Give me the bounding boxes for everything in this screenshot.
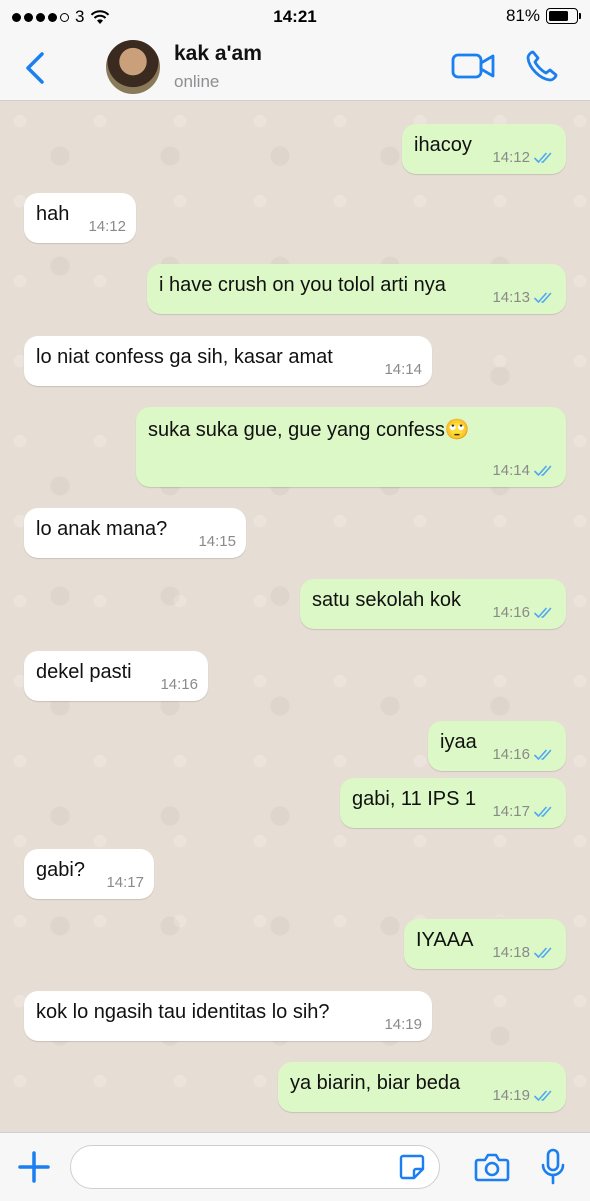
read-ticks-icon — [534, 465, 552, 476]
outgoing-message[interactable]: ya biarin, biar beda 14:19 — [278, 1062, 566, 1112]
status-bar: 3 14:21 81% — [0, 0, 590, 34]
message-meta: 14:17 — [106, 874, 144, 891]
message-text: ya biarin, biar beda — [290, 1072, 461, 1094]
incoming-message[interactable]: lo niat confess ga sih, kasar amat 14:14 — [24, 336, 432, 386]
incoming-message[interactable]: kok lo ngasih tau identitas lo sih? 14:19 — [24, 991, 432, 1041]
outgoing-message[interactable]: i have crush on you tolol arti nya 14:13 — [147, 264, 566, 314]
incoming-message[interactable]: dekel pasti 14:16 — [24, 651, 208, 701]
message-text: i have crush on you tolol arti nya — [159, 274, 446, 296]
camera-icon[interactable] — [474, 1151, 510, 1183]
battery-group: 81% — [505, 6, 581, 26]
video-camera-icon[interactable] — [450, 48, 496, 84]
message-time: 14:17 — [492, 803, 530, 820]
message-text: iyaa — [440, 731, 477, 753]
message-meta: 14:12 — [492, 149, 556, 166]
message-text: hah — [36, 203, 70, 225]
message-text: lo niat confess ga sih, kasar amat — [36, 346, 333, 368]
message-time: 14:18 — [492, 944, 530, 961]
message-text: ihacoy — [414, 134, 472, 156]
message-meta: 14:15 — [198, 533, 236, 550]
read-ticks-icon — [534, 749, 552, 760]
avatar[interactable] — [106, 40, 160, 94]
message-list[interactable]: ihacoy 14:12 hah 14:12 i have crush on you t… — [0, 101, 590, 1132]
message-meta: 14:14 — [492, 462, 556, 479]
clock: 14:21 — [273, 7, 317, 26]
read-ticks-icon — [534, 947, 552, 958]
message-text: IYAAA — [416, 929, 474, 951]
microphone-icon[interactable] — [540, 1147, 566, 1187]
message-meta: 14:16 — [492, 604, 556, 621]
message-meta: 14:13 — [492, 289, 556, 306]
message-text: gabi? — [36, 859, 85, 881]
outgoing-message[interactable]: suka suka gue, gue yang confess🙄 14:14 — [136, 407, 566, 487]
contact-status: online — [174, 72, 220, 91]
battery-icon — [546, 8, 581, 24]
message-time: 14:16 — [492, 604, 530, 621]
plus-icon[interactable] — [16, 1149, 52, 1185]
read-ticks-icon — [534, 1090, 552, 1101]
message-time: 14:13 — [492, 289, 530, 306]
message-meta: 14:12 — [88, 218, 126, 235]
message-time: 14:16 — [492, 746, 530, 763]
incoming-message[interactable]: gabi? 14:17 — [24, 849, 154, 899]
incoming-message[interactable]: hah 14:12 — [24, 193, 136, 243]
message-meta: 14:14 — [384, 361, 422, 378]
message-time: 14:14 — [492, 462, 530, 479]
read-ticks-icon — [534, 292, 552, 303]
outgoing-message[interactable]: gabi, 11 IPS 1 14:17 — [340, 778, 566, 828]
battery-percent: 81% — [505, 6, 540, 25]
phone-icon[interactable] — [524, 48, 560, 84]
message-time: 14:19 — [492, 1087, 530, 1104]
message-text: suka suka gue, gue yang confess🙄 — [148, 419, 470, 441]
message-time: 14:14 — [384, 361, 422, 378]
message-input[interactable] — [70, 1145, 440, 1189]
message-time: 14:12 — [88, 218, 126, 235]
read-ticks-icon — [534, 152, 552, 163]
sticker-icon[interactable] — [398, 1153, 426, 1181]
composer-bar — [0, 1132, 590, 1201]
message-text: dekel pasti — [36, 661, 132, 683]
outgoing-message[interactable]: IYAAA 14:18 — [404, 919, 566, 969]
message-text: lo anak mana? — [36, 518, 168, 540]
message-meta: 14:16 — [160, 676, 198, 693]
message-time: 14:15 — [198, 533, 236, 550]
message-time: 14:17 — [106, 874, 144, 891]
chevron-left-icon[interactable] — [20, 50, 50, 86]
outgoing-message[interactable]: satu sekolah kok 14:16 — [300, 579, 566, 629]
incoming-message[interactable]: lo anak mana? 14:15 — [24, 508, 246, 558]
contact-name[interactable]: kak a'am — [174, 42, 262, 66]
message-text: satu sekolah kok — [312, 589, 461, 611]
message-time: 14:19 — [384, 1016, 422, 1033]
read-ticks-icon — [534, 806, 552, 817]
message-time: 14:12 — [492, 149, 530, 166]
read-ticks-icon — [534, 607, 552, 618]
message-time: 14:16 — [160, 676, 198, 693]
message-meta: 14:19 — [384, 1016, 422, 1033]
chat-header: kak a'am online — [0, 34, 590, 101]
outgoing-message[interactable]: iyaa 14:16 — [428, 721, 566, 771]
message-meta: 14:19 — [492, 1087, 556, 1104]
message-meta: 14:17 — [492, 803, 556, 820]
outgoing-message[interactable]: ihacoy 14:12 — [402, 124, 566, 174]
message-meta: 14:16 — [492, 746, 556, 763]
message-meta: 14:18 — [492, 944, 556, 961]
message-text: kok lo ngasih tau identitas lo sih? — [36, 1001, 330, 1023]
message-text: gabi, 11 IPS 1 — [352, 788, 477, 810]
